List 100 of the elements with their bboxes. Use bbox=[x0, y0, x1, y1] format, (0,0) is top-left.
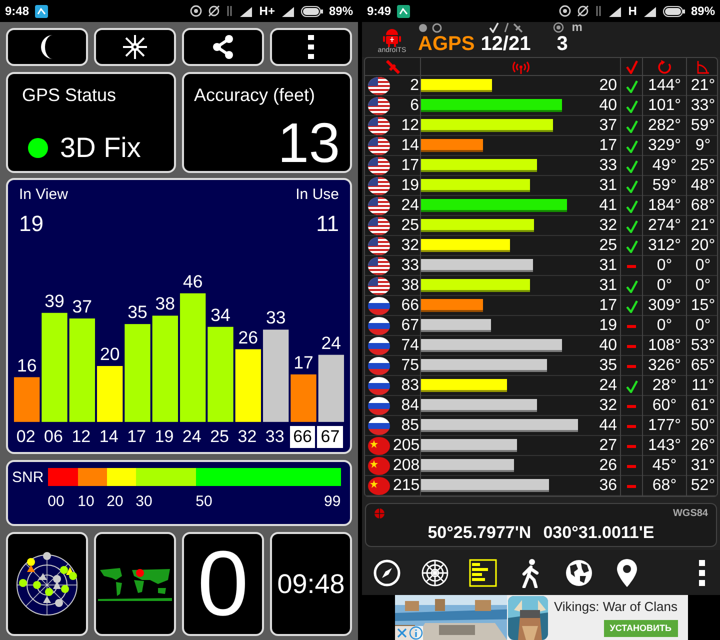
satellite-id: 208 bbox=[393, 456, 420, 476]
in-view-label: In View bbox=[19, 185, 69, 205]
signal-icon bbox=[280, 6, 295, 16]
snr-value: 32 bbox=[599, 216, 617, 236]
elevation-value: 65° bbox=[686, 356, 719, 376]
battery-percent: 89% bbox=[328, 3, 353, 20]
satellite-id: 67 bbox=[400, 316, 420, 336]
status-time: 9:49 bbox=[367, 3, 392, 20]
azimuth-value: 108° bbox=[642, 336, 686, 356]
location-mode: AGPS bbox=[418, 33, 475, 55]
in-use-count: 11 bbox=[316, 210, 339, 238]
snr-value: 19 bbox=[599, 316, 617, 336]
elevation-value: 61° bbox=[686, 396, 719, 416]
axis-label: 12 bbox=[70, 426, 92, 448]
card-title: GPS Status bbox=[22, 84, 118, 107]
legend-tick: 50 bbox=[196, 492, 212, 512]
satellite-id: 32 bbox=[400, 236, 420, 256]
star-icon bbox=[121, 33, 149, 61]
elevation-value: 50° bbox=[686, 416, 719, 436]
azimuth-value: 143° bbox=[642, 436, 686, 456]
azimuth-value: 177° bbox=[642, 416, 686, 436]
battery-icon bbox=[662, 6, 685, 16]
snr-value: 17 bbox=[599, 296, 617, 316]
speed-tile[interactable]: 0 bbox=[182, 532, 264, 636]
elevation-value: 52° bbox=[686, 476, 719, 496]
flag-icon bbox=[368, 457, 390, 475]
accuracy-icon bbox=[552, 22, 564, 32]
snr-value: 36 bbox=[599, 476, 617, 496]
latitude-value: 50°25.7977'N bbox=[428, 522, 532, 544]
radar-icon bbox=[421, 558, 449, 586]
legend-tick: 10 bbox=[78, 492, 94, 512]
flag-icon bbox=[368, 337, 390, 355]
elevation-value: 59° bbox=[686, 116, 719, 136]
sky-plot-drawing bbox=[15, 551, 79, 617]
snr-value: 25 bbox=[599, 236, 617, 256]
card-title: Accuracy (feet) bbox=[194, 84, 316, 107]
snr-value: 33 bbox=[599, 156, 617, 176]
elevation-value: 26° bbox=[686, 436, 719, 456]
snr-value: 32 bbox=[599, 396, 617, 416]
clock-value: 09:48 bbox=[277, 568, 345, 601]
bar-chart-icon bbox=[469, 558, 497, 586]
satellite-id: 33 bbox=[400, 256, 420, 276]
azimuth-value: 49° bbox=[642, 156, 686, 176]
fix-status: 3D Fix bbox=[60, 131, 141, 165]
elevation-value: 20° bbox=[686, 236, 719, 256]
clock-tile[interactable]: 09:48 bbox=[270, 532, 352, 636]
snr-value: 20 bbox=[599, 76, 617, 96]
used-total-count: 12/21 bbox=[480, 33, 531, 55]
flag-icon bbox=[368, 157, 390, 175]
legend-tick: 99 bbox=[324, 492, 341, 512]
used-satellites-icon bbox=[488, 22, 523, 33]
satellite-id: 85 bbox=[400, 416, 420, 436]
location-icon bbox=[190, 5, 202, 17]
satellite-id: 38 bbox=[400, 276, 420, 296]
axis-label: 19 bbox=[154, 426, 175, 448]
sky-plot-tile[interactable] bbox=[6, 532, 88, 636]
toolbar-button[interactable] bbox=[6, 28, 88, 66]
legend-label: SNR bbox=[12, 468, 44, 488]
toolbar-button[interactable] bbox=[94, 28, 176, 66]
satellite-id: 17 bbox=[400, 156, 420, 176]
azimuth-value: 68° bbox=[642, 476, 686, 496]
compass-icon bbox=[373, 558, 401, 586]
elevation-value: 0° bbox=[686, 256, 719, 276]
flag-icon bbox=[368, 417, 390, 435]
snr-value: 31 bbox=[599, 176, 617, 196]
snr-value: 41 bbox=[599, 196, 617, 216]
elevation-value: 15° bbox=[686, 296, 719, 316]
moon-icon bbox=[40, 34, 54, 60]
satellite-id: 84 bbox=[400, 396, 420, 416]
azimuth-value: 0° bbox=[642, 256, 686, 276]
elevation-value: 48° bbox=[686, 176, 719, 196]
network-type: H+ bbox=[259, 3, 275, 20]
elevation-value: 33° bbox=[686, 96, 719, 116]
snr-value: 31 bbox=[599, 256, 617, 276]
snr-value: 44 bbox=[599, 416, 617, 436]
flag-icon bbox=[368, 197, 390, 215]
toolbar-button[interactable] bbox=[182, 28, 264, 66]
bar-value-label: 16 bbox=[16, 355, 37, 376]
flag-icon bbox=[368, 97, 390, 115]
map-tile[interactable] bbox=[94, 532, 176, 636]
snr-value: 24 bbox=[599, 376, 617, 396]
elevation-value: 31° bbox=[686, 456, 719, 476]
axis-label: 17 bbox=[126, 426, 147, 448]
satellite-id: 83 bbox=[400, 376, 420, 396]
flag-icon bbox=[368, 177, 390, 195]
globe-icon bbox=[565, 558, 593, 586]
signal-strength-icon bbox=[510, 60, 530, 74]
axis-label: 66 bbox=[290, 426, 316, 448]
satellite-id: 66 bbox=[400, 296, 420, 316]
app-notification-icon bbox=[35, 4, 48, 18]
flag-icon bbox=[368, 77, 390, 95]
snr-value: 40 bbox=[599, 336, 617, 356]
menu-button[interactable] bbox=[270, 28, 352, 66]
azimuth-value: 184° bbox=[642, 196, 686, 216]
globe-icon bbox=[374, 508, 385, 518]
in-use-label: In Use bbox=[296, 185, 339, 205]
elevation-angle-icon bbox=[696, 60, 710, 74]
legend-tick: 20 bbox=[106, 492, 124, 512]
longitude-value: 030°31.0011'E bbox=[543, 522, 654, 544]
elevation-value: 9° bbox=[686, 136, 719, 156]
